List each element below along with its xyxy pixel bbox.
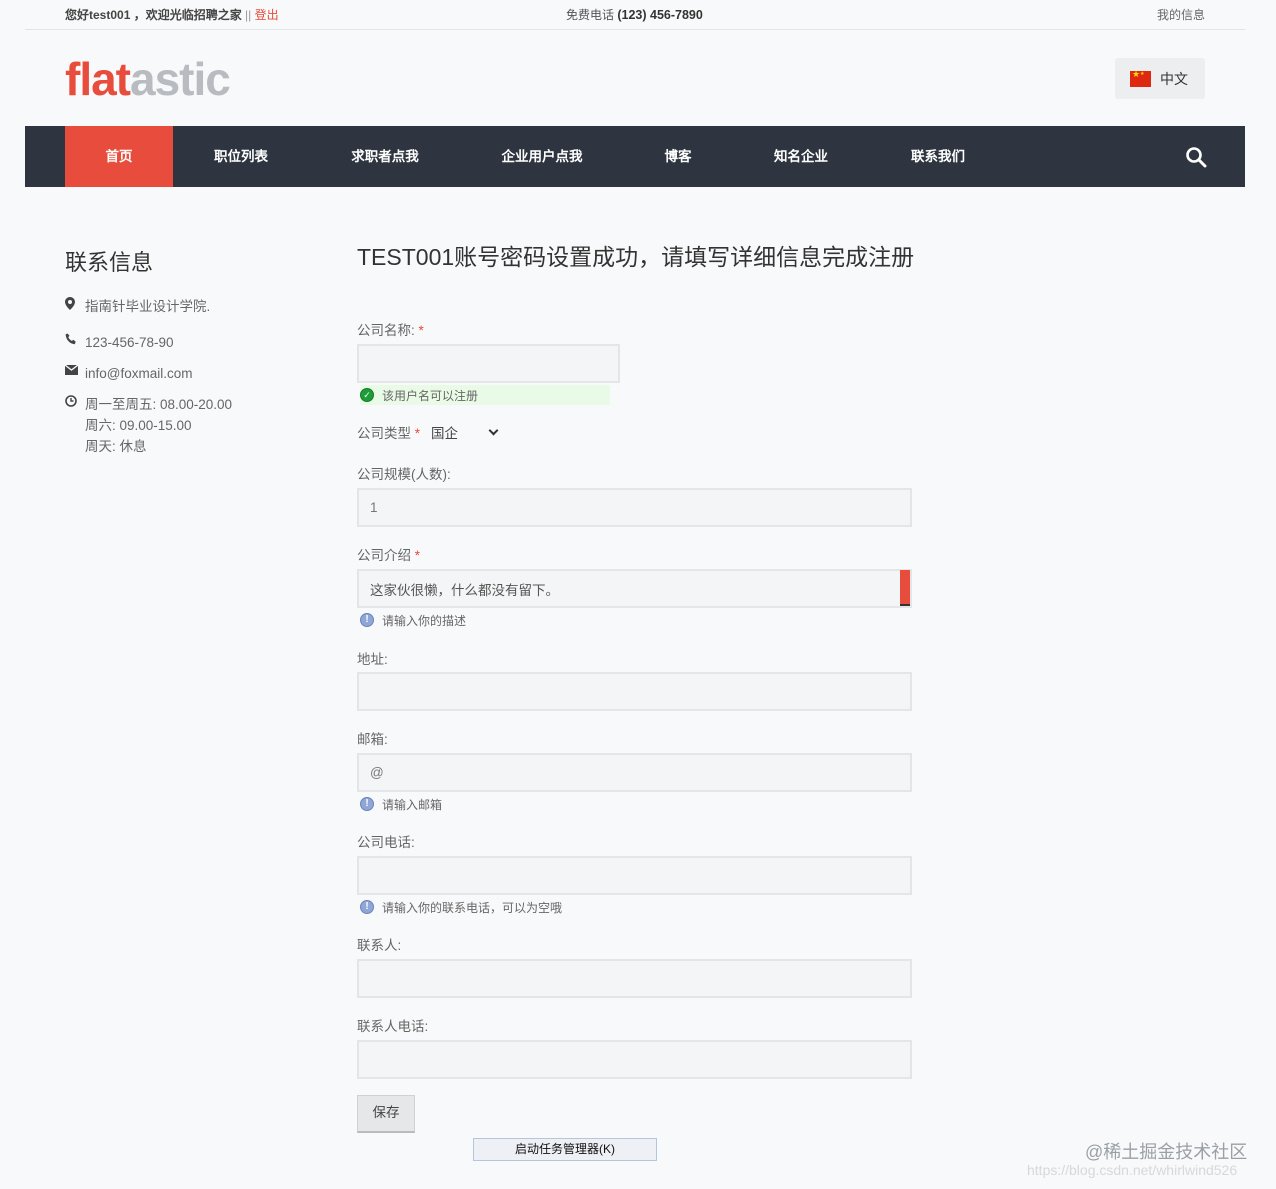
logo-part-flat: flat (65, 53, 131, 105)
page-title: TEST001账号密码设置成功，请填写详细信息完成注册 (357, 244, 915, 270)
my-info-link[interactable]: 我的信息 (1157, 6, 1205, 23)
company-phone-hint-text: 请输入你的联系电话，可以为空哦 (382, 900, 563, 915)
company-size-input[interactable]: 1 (357, 488, 912, 527)
company-intro-hint: ! 请输入你的描述 (360, 610, 466, 630)
company-name-input[interactable] (357, 344, 620, 383)
phone-row: 123-456-78-90 (65, 332, 174, 353)
textarea-resize-handle[interactable] (900, 570, 910, 606)
address-text: 指南针毕业设计学院. (85, 299, 211, 314)
email-input[interactable]: @ (357, 753, 912, 792)
chevron-down-icon (488, 425, 499, 435)
contact-phone-input[interactable] (357, 1040, 912, 1079)
info-icon: ! (360, 797, 374, 811)
required-mark: * (414, 548, 421, 563)
task-manager-menu-item[interactable]: 启动任务管理器(K) (473, 1138, 657, 1161)
company-intro-label: 公司介绍 * (357, 544, 420, 564)
company-size-label: 公司规模(人数): (357, 467, 451, 482)
watermark-url: https://blog.csdn.net/whirlwind526 (1027, 1162, 1238, 1178)
phone-icon (65, 333, 85, 348)
check-icon: ✓ (360, 388, 374, 402)
china-flag-icon (1130, 69, 1151, 87)
required-mark: * (414, 426, 421, 441)
company-intro-textarea[interactable]: 这家伙很懒，什么都没有留下。 (357, 569, 912, 608)
company-type-label-text: 公司类型 (357, 426, 411, 441)
map-marker-icon (65, 297, 85, 313)
email-hint: ! 请输入邮箱 (360, 794, 442, 814)
email-row: info@foxmail.com (64, 363, 193, 384)
logout-link[interactable]: 登出 (255, 8, 279, 22)
phone-text: 123-456-78-90 (85, 335, 174, 350)
nav-item-blog[interactable]: 博客 (650, 126, 706, 187)
hours-saturday: 周六: 09.00-15.00 (85, 418, 192, 433)
email-hint-text: 请输入邮箱 (382, 797, 443, 812)
watermark: @稀土掘金技术社区 (1085, 1142, 1248, 1162)
company-phone-hint: ! 请输入你的联系电话，可以为空哦 (360, 897, 562, 917)
company-type-value: 国企 (431, 426, 458, 441)
hours-weekday: 周一至周五: 08.00-20.00 (85, 397, 233, 412)
info-icon: ! (360, 613, 374, 627)
company-name-status-text: 该用户名可以注册 (382, 388, 479, 403)
company-intro-label-text: 公司介绍 (357, 548, 411, 563)
required-mark: * (418, 323, 424, 338)
greeting-label: 您好test001 ，欢迎光临招聘之家 (65, 8, 242, 22)
contact-label: 联系人: (357, 938, 402, 953)
company-name-label: 公司名称: * (357, 319, 424, 339)
greeting-text: 您好test001 ，欢迎光临招聘之家 || 登出 (65, 6, 279, 23)
contact-info-title: 联系信息 (65, 250, 154, 275)
nav-item-jobs[interactable]: 职位列表 (195, 126, 287, 187)
site-logo[interactable]: flatastic (65, 53, 231, 105)
email-label: 邮箱: (357, 732, 388, 747)
nav-item-home[interactable]: 首页 (65, 126, 173, 187)
hours-row: 周一至周五: 08.00-20.00 周六: 09.00-15.00 周天: 休… (65, 394, 232, 457)
phone-label: 免费电话 (566, 8, 615, 22)
company-name-status: ✓ 该用户名可以注册 (360, 385, 610, 405)
address-row: 指南针毕业设计学院. (65, 296, 210, 317)
company-intro-hint-text: 请输入你的描述 (382, 613, 467, 628)
top-bar: 您好test001 ，欢迎光临招聘之家 || 登出 免费电话 (123) 456… (25, 0, 1245, 30)
company-phone-label: 公司电话: (357, 835, 415, 850)
company-type-label: 公司类型 * (357, 422, 420, 442)
nav-item-enterprise[interactable]: 企业用户点我 (485, 126, 599, 187)
company-type-select[interactable]: 国企 (431, 422, 499, 442)
main-nav: 首页 职位列表 求职者点我 企业用户点我 博客 知名企业 联系我们 (25, 126, 1245, 187)
nav-item-companies[interactable]: 知名企业 (758, 126, 844, 187)
company-phone-input[interactable] (357, 856, 912, 895)
address-label: 地址: (357, 652, 388, 667)
email-text: info@foxmail.com (85, 366, 193, 381)
info-icon: ! (360, 900, 374, 914)
nav-item-contact[interactable]: 联系我们 (895, 126, 981, 187)
language-switcher[interactable]: 中文 (1115, 58, 1205, 99)
nav-item-jobseekers[interactable]: 求职者点我 (335, 126, 435, 187)
company-name-label-text: 公司名称: (357, 323, 415, 338)
language-label: 中文 (1160, 70, 1188, 87)
logo-part-astic: astic (130, 53, 231, 105)
search-icon[interactable] (1185, 146, 1207, 168)
contact-phone-label: 联系人电话: (357, 1019, 429, 1034)
address-input[interactable] (357, 672, 912, 711)
separator: || (245, 8, 252, 22)
hours-sunday: 周天: 休息 (85, 439, 147, 454)
toll-free-phone: 免费电话 (123) 456-7890 (566, 6, 703, 23)
phone-number: (123) 456-7890 (617, 8, 703, 22)
clock-icon (65, 395, 85, 410)
contact-input[interactable] (357, 959, 912, 998)
envelope-icon (64, 364, 85, 378)
save-button[interactable]: 保存 (357, 1095, 415, 1133)
